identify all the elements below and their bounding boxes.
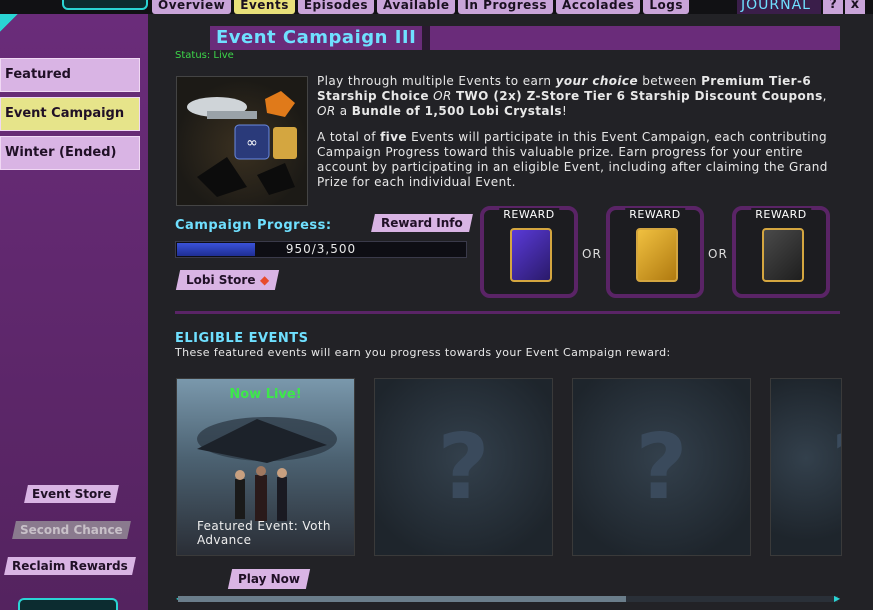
scroll-right-icon[interactable]: ▶ (834, 594, 840, 603)
sidebar-decoration (0, 14, 40, 54)
sidebar-item-winter[interactable]: Winter (Ended) (0, 136, 140, 170)
now-live-badge: Now Live! (229, 387, 302, 402)
bottom-decoration (18, 598, 118, 610)
scrollbar-thumb[interactable] (178, 596, 626, 602)
close-button[interactable]: x (845, 0, 865, 14)
progress-text: 950/3,500 (285, 242, 357, 256)
tab-logs[interactable]: Logs (643, 0, 690, 14)
top-decoration (62, 0, 148, 10)
reward-label-1: REWARD (499, 208, 559, 221)
play-now-label: Play Now (238, 572, 301, 586)
lobi-bundle-icon (762, 228, 804, 282)
top-bar: Overview Events Episodes Available In Pr… (0, 0, 873, 14)
sidebar-item-event-campaign[interactable]: Event Campaign (0, 97, 140, 131)
help-button[interactable]: ? (823, 0, 843, 14)
horizontal-scrollbar[interactable] (178, 596, 838, 602)
status-text: Status: Live (175, 50, 234, 61)
sidebar-item-featured[interactable]: Featured (0, 58, 140, 92)
starship-art-icon: ∞ (187, 91, 297, 197)
second-chance-label: Second Chance (20, 523, 123, 537)
reward-info-label: Reward Info (381, 216, 463, 230)
play-now-button[interactable]: Play Now (227, 569, 311, 589)
event-card-unknown-1: ? (374, 378, 553, 556)
main-panel: Event Campaign III Status: Live ∞ Play t… (148, 14, 873, 610)
reward-info-button[interactable]: Reward Info (371, 214, 473, 232)
reward-slot-2[interactable]: REWARD (606, 206, 704, 298)
event-card-featured[interactable]: Now Live! Featured Event: Voth Advance (176, 378, 355, 556)
reward-slot-3[interactable]: REWARD (732, 206, 830, 298)
question-mark-icon: ? (771, 415, 841, 520)
reclaim-rewards-button[interactable]: Reclaim Rewards (4, 557, 136, 575)
or-text-1: OR (582, 247, 602, 261)
campaign-art: ∞ (176, 76, 308, 206)
question-mark-icon: ? (635, 415, 688, 520)
lobi-crystal-icon: ◆ (259, 273, 269, 287)
reward-label-3: REWARD (751, 208, 811, 221)
tab-in-progress[interactable]: In Progress (458, 0, 554, 14)
svg-text:∞: ∞ (246, 135, 258, 151)
tab-available[interactable]: Available (377, 0, 456, 14)
tab-episodes[interactable]: Episodes (297, 0, 375, 14)
description-paragraph-2: A total of five Events will participate … (317, 130, 828, 189)
sidebar: Featured Event Campaign Winter (Ended) E… (0, 14, 148, 610)
event-store-button[interactable]: Event Store (24, 485, 120, 503)
event-card-unknown-3: ? (770, 378, 842, 556)
second-chance-button: Second Chance (12, 521, 131, 539)
description-paragraph-1: Play through multiple Events to earn you… (317, 74, 827, 118)
featured-event-caption: Featured Event: Voth Advance (197, 519, 331, 547)
section-divider (175, 311, 840, 314)
eligible-events-title: ELIGIBLE EVENTS (175, 331, 309, 346)
campaign-progress-label: Campaign Progress: (175, 218, 332, 233)
lobi-store-label: Lobi Store (186, 273, 256, 287)
top-tabs: Overview Events Episodes Available In Pr… (152, 0, 690, 14)
page-title: Event Campaign III (210, 26, 431, 50)
or-text-2: OR (708, 247, 728, 261)
campaign-description: Play through multiple Events to earn you… (317, 74, 837, 201)
event-store-label: Event Store (32, 487, 112, 501)
reward-label-2: REWARD (625, 208, 685, 221)
journal-title: JOURNAL (737, 0, 821, 14)
event-card-unknown-2: ? (572, 378, 751, 556)
t6-coupon-icon (636, 228, 678, 282)
tab-accolades[interactable]: Accolades (556, 0, 641, 14)
reclaim-rewards-label: Reclaim Rewards (12, 559, 128, 573)
tab-overview[interactable]: Overview (152, 0, 232, 14)
tab-events[interactable]: Events (234, 0, 295, 14)
reward-slot-1[interactable]: REWARD (480, 206, 578, 298)
starship-choice-icon (510, 228, 552, 282)
question-mark-icon: ? (437, 415, 490, 520)
campaign-progress-bar: 950/3,500 (175, 241, 467, 258)
eligible-events-subtitle: These featured events will earn you prog… (175, 346, 671, 359)
lobi-store-button[interactable]: Lobi Store ◆ (175, 270, 280, 290)
